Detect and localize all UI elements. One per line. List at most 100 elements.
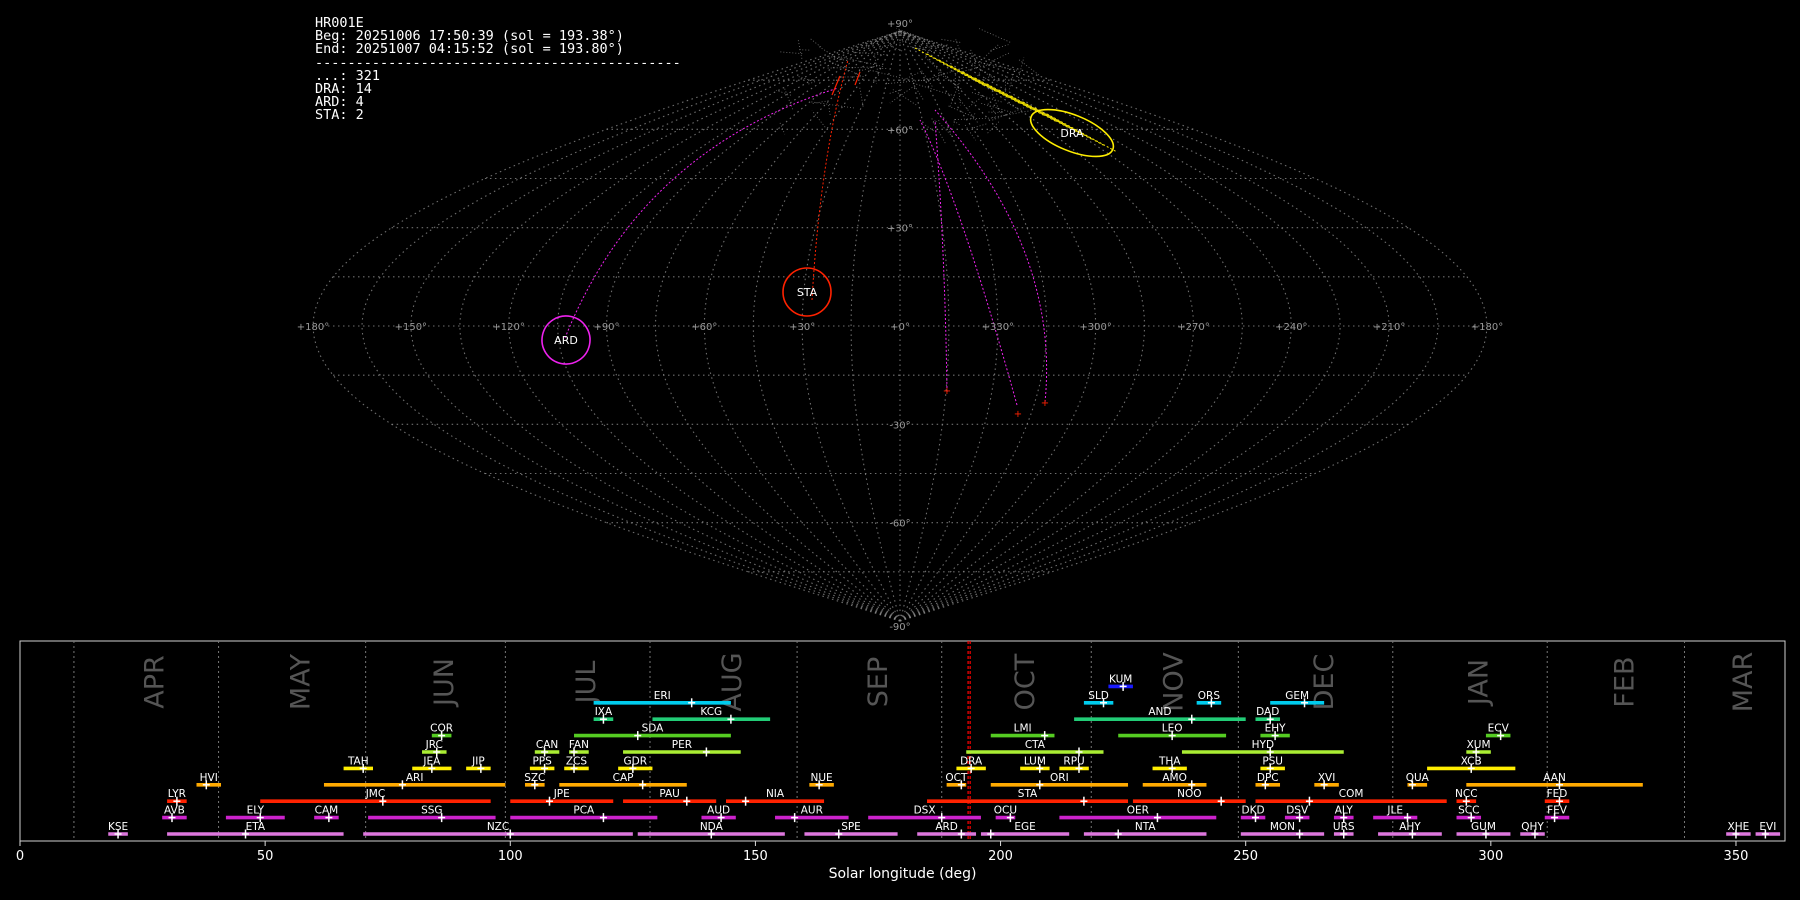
sporadic-track (868, 69, 909, 81)
sporadic-track (899, 38, 911, 44)
shower-label-gem: GEM (1285, 690, 1309, 702)
shower-label-lyr: LYR (168, 788, 186, 800)
shower-label-cap: CAP (613, 772, 634, 784)
sporadic-track (811, 110, 826, 128)
shower-label-oct: OCT (945, 772, 968, 784)
month-label: MAY (286, 653, 317, 710)
track-endpoint-icon: + (1014, 409, 1022, 420)
shower-label-nzc: NZC (487, 821, 509, 833)
shower-label-and: AND (1148, 706, 1171, 718)
track-endpoint-icon: + (943, 386, 951, 397)
shower-label-per: PER (672, 739, 692, 751)
sporadic-track (775, 89, 792, 96)
sporadic-track (932, 119, 941, 124)
latitude-tick-label: +60° (887, 125, 913, 136)
shower-label-ncc: NCC (1455, 788, 1478, 800)
shower-label-noo: NOO (1177, 788, 1201, 800)
sporadic-track (874, 77, 877, 84)
shower-label-urs: URS (1333, 821, 1355, 833)
shower-label-sta: STA (1018, 788, 1038, 800)
sporadic-track (892, 89, 917, 106)
sporadic-track (889, 85, 915, 104)
x-tick-label: 200 (988, 849, 1013, 864)
sporadic-track (978, 28, 1011, 43)
meridian (801, 30, 901, 622)
sporadic-track (809, 37, 822, 48)
x-tick-label: 300 (1478, 849, 1503, 864)
shower-label-fan: FAN (569, 739, 589, 751)
longitude-tick-label: +30° (789, 322, 815, 333)
shower-label-nda: NDA (700, 821, 724, 833)
shower-label-rpu: RPU (1063, 755, 1084, 767)
longitude-tick-label: +150° (395, 322, 427, 333)
sporadic-track (924, 56, 947, 77)
sporadic-track (808, 81, 816, 85)
ard-track (919, 119, 1018, 406)
sporadic-track (958, 97, 978, 123)
month-label: OCT (1010, 653, 1041, 710)
shower-label-ari: ARI (406, 772, 424, 784)
radiant-sta-label: STA (797, 286, 818, 299)
shower-label-leo: LEO (1162, 723, 1183, 735)
sporadic-track (953, 118, 956, 126)
sporadic-track (957, 83, 961, 106)
shower-label-ahy: AHY (1399, 821, 1421, 833)
shower-label-szc: SZC (524, 772, 545, 784)
shower-label-xhe: XHE (1728, 821, 1750, 833)
x-tick-label: 0 (16, 849, 24, 864)
shower-label-jmc: JMC (365, 788, 386, 800)
month-label: JUN (429, 658, 460, 708)
sporadic-track (949, 79, 962, 107)
shower-label-spe: SPE (841, 821, 861, 833)
shower-label-gdr: GDR (624, 755, 648, 767)
shower-label-zcs: ZCS (566, 755, 588, 767)
shower-label-tha: THA (1158, 755, 1181, 767)
sporadic-track (954, 117, 997, 121)
shower-label-ard: ARD (935, 821, 958, 833)
meteor-tracks: + + + (564, 27, 1118, 420)
shower-label-dsx: DSX (914, 805, 936, 817)
shower-label-cor: COR (430, 723, 453, 735)
shower-label-aur: AUR (801, 805, 823, 817)
longitude-tick-label: +330° (982, 322, 1014, 333)
shower-label-mon: MON (1270, 821, 1295, 833)
shower-label-fed: FED (1547, 788, 1568, 800)
longitude-tick-label: +60° (691, 322, 717, 333)
sporadic-track (828, 105, 831, 117)
latitude-tick-label: +90° (887, 19, 913, 30)
month-label: FEB (1609, 656, 1640, 707)
shower-label-ehy: EHY (1265, 723, 1287, 735)
ard-track (934, 109, 1048, 403)
shower-label-ixa: IXA (595, 706, 613, 718)
shower-label-xvi: XVI (1318, 772, 1335, 784)
shower-label-amo: AMO (1162, 772, 1187, 784)
sporadic-track (985, 44, 999, 57)
radiant-ard-label: ARD (554, 334, 578, 347)
shower-label-eta: ETA (246, 821, 266, 833)
latitude-tick-label: +30° (887, 224, 913, 235)
shower-label-dra: DRA (960, 755, 983, 767)
sporadic-track (924, 124, 936, 133)
shower-label-ssg: SSG (421, 805, 442, 817)
shower-label-jpe: JPE (553, 788, 570, 800)
shower-label-pca: PCA (573, 805, 595, 817)
longitude-tick-label: +0° (890, 322, 910, 333)
radiant-ellipses: DRA STA ARD (541, 108, 1115, 365)
shower-label-com: COM (1339, 788, 1364, 800)
shower-label-hvi: HVI (200, 772, 218, 784)
shower-label-tah: TAH (347, 755, 369, 767)
sporadic-track (811, 101, 854, 109)
shower-label-jle: JLE (1386, 805, 1403, 817)
sporadic-track (955, 38, 961, 52)
shower-label-hyd: HYD (1252, 739, 1274, 751)
shower-label-ely: ELY (247, 805, 265, 817)
longitude-tick-label: +300° (1079, 322, 1111, 333)
shower-bars: KUM ERI SLD ORS GEM IXA KCG AND DAD COR SDA LMI LEO E… (108, 673, 1781, 839)
longitude-tick-label: +180° (1471, 322, 1503, 333)
ard-track (564, 87, 839, 339)
shower-label-eri: ERI (654, 690, 671, 702)
x-tick-label: 250 (1233, 849, 1258, 864)
shower-label-pau: PAU (659, 788, 680, 800)
x-tick-label: 50 (257, 849, 274, 864)
sporadic-track (970, 111, 977, 120)
